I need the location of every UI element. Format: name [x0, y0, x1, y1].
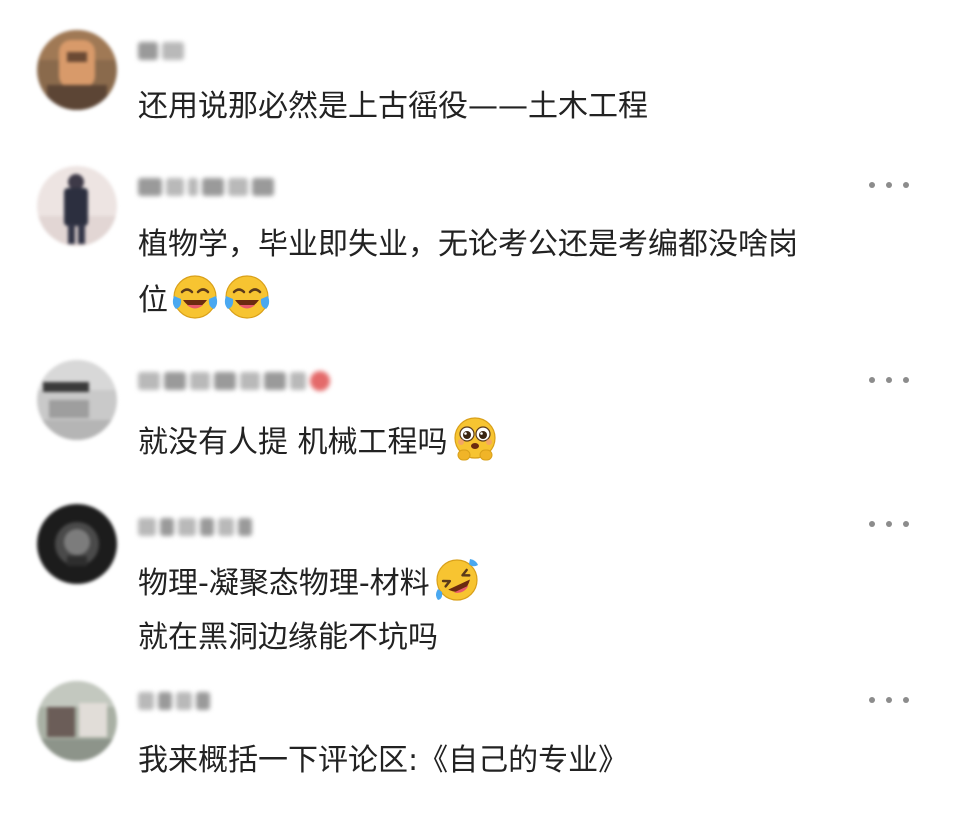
more-icon[interactable] [869, 373, 909, 387]
username-blurred[interactable] [138, 514, 252, 540]
comment-line: 位 [138, 283, 168, 318]
comment-line-with-emoji: 就没有人提 机械工程吗 [138, 414, 500, 470]
more-icon[interactable] [869, 517, 909, 531]
username-blurred[interactable] [138, 174, 274, 200]
comment-line: 我来概括一下评论区:《自己的专业》 [138, 743, 629, 778]
comment-line: 植物学，毕业即失业，无论考公还是考编都没啥岗 [138, 227, 798, 262]
pleading-face-emoji [453, 417, 496, 461]
comment-text: 我来概括一下评论区:《自己的专业》 [138, 734, 628, 788]
comment-line: 物理-凝聚态物理-材料 [138, 566, 430, 601]
comment-text: 还用说那必然是上古徭役——土木工程 [138, 80, 648, 134]
more-icon[interactable] [869, 693, 909, 707]
avatar[interactable] [37, 681, 117, 761]
avatar[interactable] [37, 166, 117, 246]
username-blurred[interactable] [138, 38, 184, 64]
avatar[interactable] [37, 504, 117, 584]
comment-text: 植物学，毕业即失业，无论考公还是考编都没啥岗 位 [138, 218, 798, 328]
crying-laughing-emoji [172, 275, 218, 319]
comment-line-with-emoji: 位 [138, 272, 798, 328]
avatar[interactable] [37, 30, 117, 110]
comment-line-with-emoji: 物理-凝聚态物理-材料 [138, 555, 482, 611]
comment-text: 物理-凝聚态物理-材料 就在黑洞边缘能不坑吗 [138, 555, 482, 665]
comment-text: 就没有人提 机械工程吗 [138, 414, 500, 470]
comment-line: 还用说那必然是上古徭役——土木工程 [138, 89, 648, 124]
rolling-laughing-emoji [435, 559, 478, 601]
more-icon[interactable] [869, 178, 909, 192]
avatar[interactable] [37, 360, 117, 440]
username-blurred[interactable] [138, 688, 210, 714]
crying-laughing-emoji [224, 275, 270, 319]
comment-line: 就没有人提 机械工程吗 [138, 425, 448, 460]
comment-line: 就在黑洞边缘能不坑吗 [138, 620, 438, 655]
username-blurred[interactable] [138, 368, 330, 394]
